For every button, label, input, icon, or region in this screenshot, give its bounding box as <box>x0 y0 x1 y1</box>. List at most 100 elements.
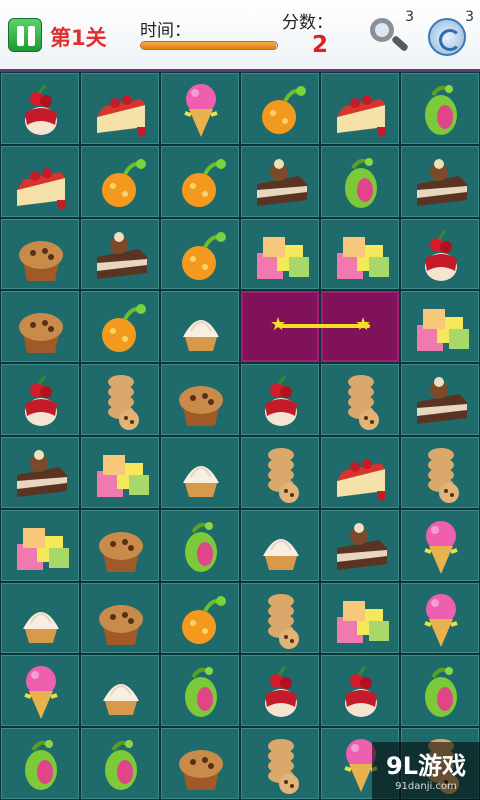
orange-fruit-icon <box>182 231 226 280</box>
tile-cherry-pudding[interactable] <box>240 654 320 728</box>
icecream-cone-icon <box>184 84 218 137</box>
tile-jelly-cubes[interactable] <box>0 508 80 582</box>
tile-orange-fruit[interactable] <box>240 72 320 145</box>
tile-cream-tart[interactable] <box>160 435 240 509</box>
tile-muffin[interactable] <box>80 508 160 582</box>
cheesecake-icon <box>337 458 385 501</box>
cheesecake-icon <box>97 95 145 137</box>
cherry-pudding-icon <box>265 666 297 718</box>
cream-tart-icon <box>183 465 219 497</box>
tile-orange-fruit[interactable] <box>160 144 240 218</box>
tile-green-pea[interactable] <box>400 72 480 145</box>
tile-chocolate-cake[interactable] <box>80 217 160 291</box>
tile-cookie-stack[interactable] <box>320 363 400 436</box>
jelly-cubes-icon <box>337 236 389 279</box>
tile-jelly-cubes[interactable] <box>320 217 400 291</box>
orange-fruit-icon <box>262 86 306 134</box>
time-label: 时间： <box>140 21 191 41</box>
tile-chocolate-cake[interactable] <box>400 144 480 218</box>
tile-chocolate-cake[interactable] <box>240 144 320 218</box>
pause-icon <box>28 26 35 46</box>
tile-cheesecake[interactable] <box>80 72 160 145</box>
tile-orange-fruit[interactable] <box>160 581 240 655</box>
tile-muffin[interactable] <box>160 363 240 436</box>
tile-green-pea[interactable] <box>80 727 160 800</box>
jelly-cubes-icon <box>17 527 69 570</box>
muffin-icon <box>99 531 143 572</box>
tile-icecream-cone[interactable] <box>0 654 80 728</box>
cookie-stack-icon <box>428 447 459 503</box>
tile-cream-tart[interactable] <box>160 290 240 364</box>
tile-cherry-pudding[interactable] <box>400 217 480 291</box>
tile-jelly-cubes[interactable] <box>400 290 480 364</box>
chocolate-cake-icon <box>17 449 67 497</box>
watermark: 9L游戏 91danji.com <box>372 742 480 800</box>
cheesecake-icon <box>337 95 385 137</box>
tile-chocolate-cake[interactable] <box>400 363 480 436</box>
tile-cherry-pudding[interactable] <box>240 363 320 436</box>
cream-tart-icon <box>103 684 139 716</box>
tile-cherry-pudding[interactable] <box>0 363 80 436</box>
tile-green-pea[interactable] <box>320 144 400 218</box>
orange-fruit-icon <box>182 158 226 207</box>
cherry-pudding-icon <box>345 666 377 718</box>
icecream-cone-icon <box>24 666 58 720</box>
tile-cookie-stack[interactable] <box>400 435 480 509</box>
tile-cream-tart[interactable] <box>0 581 80 655</box>
hint-button[interactable]: 3 <box>366 9 414 62</box>
level-indicator: 第1关 <box>50 26 107 50</box>
game-board <box>0 72 480 800</box>
refresh-icon <box>428 18 466 56</box>
orange-fruit-icon <box>102 158 146 207</box>
muffin-icon <box>179 750 223 791</box>
tile-chocolate-cake[interactable] <box>320 508 400 582</box>
chocolate-cake-icon <box>257 158 307 206</box>
green-pea-icon <box>185 667 217 718</box>
cheesecake-icon <box>17 167 65 210</box>
green-pea-icon <box>185 521 217 572</box>
score-label: 分数： <box>282 13 333 33</box>
tile-green-pea[interactable] <box>400 654 480 728</box>
tile-jelly-cubes[interactable] <box>240 217 320 291</box>
tile-muffin[interactable] <box>0 217 80 291</box>
tile-orange-fruit[interactable] <box>160 217 240 291</box>
cookie-stack-icon <box>268 593 299 649</box>
tile-cream-tart[interactable] <box>240 508 320 582</box>
muffin-icon <box>99 604 143 645</box>
score-value: 2 <box>311 32 328 58</box>
tile-icecream-cone[interactable] <box>160 72 240 145</box>
tile-muffin[interactable] <box>160 727 240 800</box>
tile-cheesecake[interactable] <box>0 144 80 218</box>
tile-icecream-cone[interactable] <box>400 508 480 582</box>
tile-orange-fruit[interactable] <box>80 144 160 218</box>
tile-cookie-stack[interactable] <box>240 727 320 800</box>
pause-button[interactable] <box>8 18 42 52</box>
shuffle-button[interactable]: 3 <box>426 9 474 62</box>
tile-muffin[interactable] <box>0 290 80 364</box>
tile-icecream-cone[interactable] <box>400 581 480 655</box>
tile-green-pea[interactable] <box>160 508 240 582</box>
tile-jelly-cubes[interactable] <box>320 581 400 655</box>
tile-cherry-pudding[interactable] <box>320 654 400 728</box>
tile-cherry-pudding[interactable] <box>0 72 80 145</box>
time-progress-bar <box>140 41 278 50</box>
tile-cookie-stack[interactable] <box>80 363 160 436</box>
muffin-icon <box>19 313 63 354</box>
cookie-stack-icon <box>348 375 379 431</box>
tile-cookie-stack[interactable] <box>240 581 320 655</box>
chocolate-cake-icon <box>417 158 467 206</box>
tile-chocolate-cake[interactable] <box>0 435 80 509</box>
tile-orange-fruit[interactable] <box>80 290 160 364</box>
tile-green-pea[interactable] <box>160 654 240 728</box>
tile-muffin[interactable] <box>80 581 160 655</box>
tile-green-pea[interactable] <box>0 727 80 800</box>
tile-cheesecake[interactable] <box>320 435 400 509</box>
tile-cream-tart[interactable] <box>80 654 160 728</box>
green-pea-icon <box>425 667 457 718</box>
tile-jelly-cubes[interactable] <box>80 435 160 509</box>
orange-fruit-icon <box>102 304 146 353</box>
tile-cookie-stack[interactable] <box>240 435 320 509</box>
tile-cheesecake[interactable] <box>320 72 400 145</box>
muffin-icon <box>179 386 223 427</box>
hint-count: 3 <box>405 9 414 25</box>
